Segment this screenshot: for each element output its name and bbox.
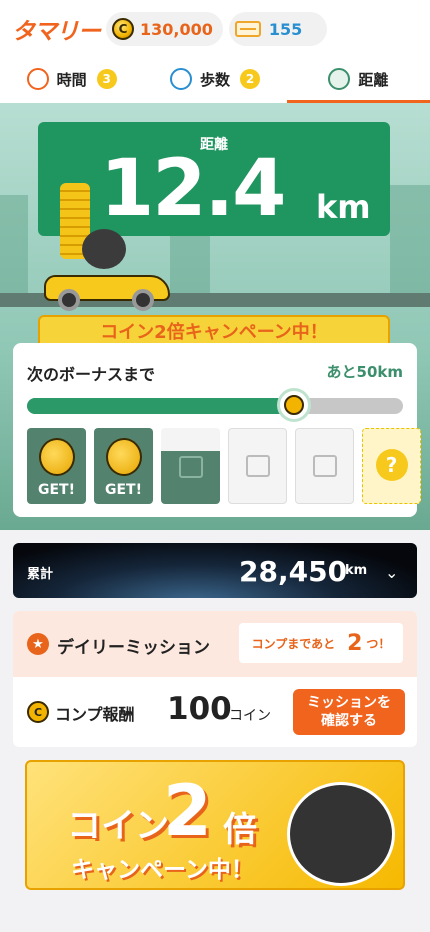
mission-remaining-count: 2 (347, 630, 363, 656)
coin-icon: C (27, 701, 49, 723)
app-logo: タマリー (12, 19, 101, 45)
bonus-title: 次のボーナスまで (27, 365, 156, 384)
button-line2: 確認する (321, 713, 377, 729)
chevron-down-icon[interactable]: ⌄ (385, 563, 398, 582)
ticket-icon (234, 21, 261, 37)
coin-icon: C (112, 18, 134, 40)
reward-value: 100 (167, 691, 232, 727)
car-wheel (58, 289, 80, 311)
banner-line3: キャンペーン中！ (71, 857, 254, 883)
tab-bar: 時間 3 歩数 2 距離 (0, 58, 430, 103)
building (390, 185, 430, 305)
banner-big-number: 2 (163, 770, 212, 852)
star-icon: ★ (27, 633, 49, 655)
bonus-slot-1[interactable]: GET! (27, 428, 86, 504)
bonus-slot-4[interactable] (228, 428, 287, 504)
app-header: タマリー C 130,000 155 (0, 0, 430, 58)
car-wheel (132, 289, 154, 311)
money-bag-icon (38, 438, 75, 476)
tab-distance[interactable]: 距離 (286, 58, 430, 103)
check-mission-button[interactable]: ミッションを 確認する (293, 689, 405, 735)
bonus-card: 次のボーナスまで あと50km GET! GET! ? (13, 343, 421, 517)
mission-header: ★ デイリーミッション コンプまであと 2 つ！ (13, 611, 417, 677)
question-icon: ? (375, 449, 408, 481)
distance-value: 12.4 (100, 144, 286, 234)
distance-unit: km (316, 188, 371, 226)
bonus-slots: GET! GET! ? (27, 428, 429, 504)
bonus-slot-label: GET! (38, 482, 75, 498)
tab-distance-label: 距離 (358, 70, 389, 89)
bonus-slot-3[interactable] (161, 428, 220, 504)
campaign-banner[interactable]: コイン 2 倍 キャンペーン中！ (25, 760, 405, 890)
button-line1: ミッションを (307, 695, 391, 711)
reward-label: コンプ報酬 (55, 705, 135, 724)
tab-steps-badge: 2 (240, 69, 260, 89)
coin-balance[interactable]: C 130,000 (106, 12, 223, 46)
bonus-progress-knob (276, 388, 311, 422)
ticket-count: 155 (268, 19, 303, 39)
coin-count: 130,000 (140, 19, 213, 39)
bonus-remaining: あと50km (326, 363, 403, 381)
clock-icon (26, 68, 49, 90)
tab-time-label: 時間 (56, 70, 87, 89)
bonus-slot-5[interactable] (295, 428, 354, 504)
footprint-icon (169, 68, 192, 90)
car-icon (328, 68, 351, 90)
bonus-slot-label: GET! (105, 482, 142, 498)
reward-unit: コイン (229, 708, 271, 724)
distance-card: 距離 12.4 km (38, 122, 390, 236)
mission-reward-row: C コンプ報酬 100 コイン ミッションを 確認する (13, 677, 417, 747)
total-label: 累計 (27, 567, 54, 582)
gift-icon (178, 456, 203, 478)
money-bag-icon (283, 395, 304, 415)
total-value: 28,450 (239, 555, 348, 588)
money-bag-icon (105, 438, 142, 476)
distance-scene: 距離 12.4 km コイン2倍キャンペーン中！ 次のボーナスまで あと50km… (0, 103, 430, 530)
total-distance-bar[interactable]: 累計 28,450 km ⌄ (13, 543, 417, 598)
bonus-progress-fill (27, 398, 294, 414)
mission-remaining-prefix: コンプまであと (251, 636, 336, 651)
tab-time[interactable]: 時間 3 (0, 58, 143, 103)
banner-line1: コイン (67, 806, 169, 846)
mission-remaining: コンプまであと 2 つ！ (239, 623, 403, 663)
mission-remaining-suffix: つ！ (366, 636, 391, 651)
building (0, 195, 28, 305)
tab-steps[interactable]: 歩数 2 (143, 58, 286, 103)
total-unit: km (345, 563, 368, 578)
monkey-character (287, 782, 395, 886)
tab-steps-label: 歩数 (199, 70, 230, 89)
daily-mission-card: ★ デイリーミッション コンプまであと 2 つ！ C コンプ報酬 100 コイン… (13, 611, 417, 747)
bonus-progress-bar (27, 398, 403, 414)
gift-icon (312, 455, 337, 477)
ticket-balance[interactable]: 155 (228, 12, 327, 46)
yellow-car (44, 261, 170, 311)
tab-time-badge: 3 (96, 69, 117, 89)
bonus-slot-2[interactable]: GET! (94, 428, 153, 504)
gift-icon (245, 455, 270, 477)
bonus-slot-6[interactable]: ? (362, 428, 421, 504)
mission-title: デイリーミッション (57, 638, 210, 658)
banner-line2: 倍 (223, 810, 257, 850)
